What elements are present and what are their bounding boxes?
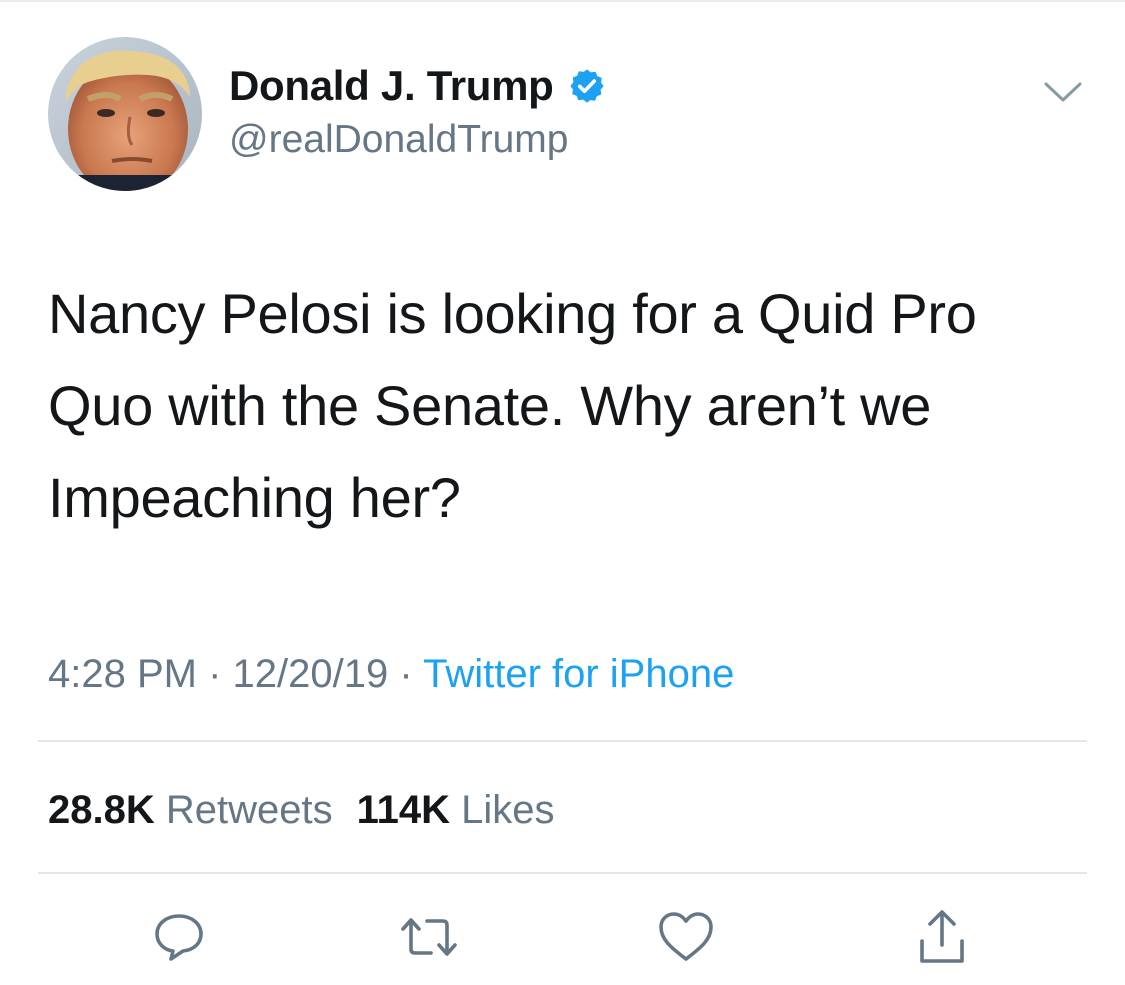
profile-photo-icon (48, 37, 202, 191)
likes-stat[interactable]: 114K Likes (357, 788, 555, 832)
meta-separator: · (399, 652, 413, 696)
tweet-text: Nancy Pelosi is looking for a Quid Pro Q… (48, 268, 1088, 544)
verified-badge-icon (569, 69, 604, 103)
like-button[interactable] (654, 905, 718, 969)
author-display-name[interactable]: Donald J. Trump (229, 62, 606, 110)
share-icon (920, 910, 964, 963)
tweet-line: Impeaching her? (48, 466, 461, 529)
retweets-stat[interactable]: 28.8K Retweets (48, 788, 333, 832)
author-name-text: Donald J. Trump (229, 62, 554, 109)
retweet-button[interactable] (397, 905, 461, 969)
retweets-label: Retweets (165, 788, 333, 832)
tweet-meta: 4:28 PM · 12/20/19 · Twitter for iPhone (48, 650, 734, 698)
likes-label: Likes (461, 788, 555, 832)
chevron-down-icon[interactable] (1043, 80, 1083, 104)
retweet-icon (401, 918, 457, 956)
divider (38, 740, 1087, 742)
tweet-source-link[interactable]: Twitter for iPhone (423, 652, 734, 696)
share-button[interactable] (910, 905, 974, 969)
tweet-time[interactable]: 4:28 PM (48, 652, 197, 696)
meta-separator: · (208, 652, 222, 696)
likes-count: 114K (356, 788, 451, 832)
reply-button[interactable] (147, 905, 211, 969)
top-border (0, 0, 1125, 2)
tweet-stats: 28.8K Retweets 114K Likes (48, 786, 555, 834)
like-icon (659, 912, 713, 961)
tweet-date[interactable]: 12/20/19 (233, 652, 389, 696)
avatar[interactable] (48, 37, 202, 191)
reply-icon (155, 914, 203, 961)
divider (38, 872, 1087, 874)
tweet-line: Quo with the Senate. Why aren’t we (48, 374, 932, 437)
tweet-line: Nancy Pelosi is looking for a Quid Pro (48, 282, 977, 345)
retweets-count: 28.8K (48, 788, 155, 832)
author-handle[interactable]: @realDonaldTrump (229, 117, 568, 163)
